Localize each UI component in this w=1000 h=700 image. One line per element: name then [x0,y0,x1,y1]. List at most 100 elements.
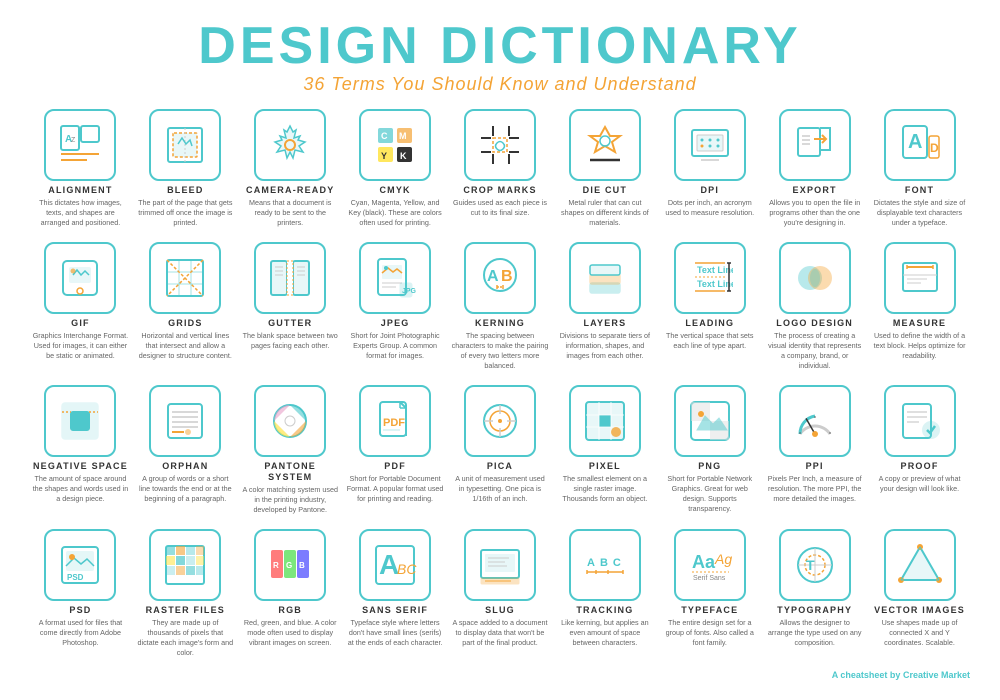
term-name: PSD [69,605,91,616]
svg-text:G: G [286,561,292,570]
term-description: Graphics Interchange Format. Used for im… [32,331,129,361]
term-name: TYPEFACE [681,605,738,616]
typography-icon-box: T [779,529,851,601]
jpeg-icon-box: JPG [359,242,431,314]
font-icon-box: A D [884,109,956,181]
term-description: The entire design set for a group of fon… [661,618,758,648]
term-description: Pixels Per Inch, a measure of resolution… [766,474,863,504]
page: DESIGN DICTIONARY 36 Terms You Should Kn… [0,0,1000,700]
term-description: A copy or preview of what your design wi… [871,474,968,494]
term-item-pantone-system: PANTONE SYSTEMA color matching system us… [240,381,341,519]
term-description: The amount of space around the shapes an… [32,474,129,504]
term-description: Typeface style where letters don't have … [347,618,444,648]
term-description: Guides used as each piece is cut to its … [452,198,549,218]
svg-text:K: K [400,151,407,161]
term-item-slug: SLUGA space added to a document to displ… [450,525,551,662]
term-description: Means that a document is ready to be sen… [242,198,339,228]
svg-text:PSD: PSD [67,573,84,582]
term-name: CMYK [379,185,410,196]
term-name: ALIGNMENT [48,185,112,196]
term-description: A unit of measurement used in typesettin… [452,474,549,504]
term-item-psd: PSD PSDA format used for files that come… [30,525,131,662]
term-name: PIXEL [589,461,621,472]
term-name: PPI [806,461,824,472]
term-item-png: PNGShort for Portable Network Graphics. … [659,381,760,519]
ppi-icon-box [779,385,851,457]
leading-icon-box: Text Line Text Line [674,242,746,314]
footer: A cheatsheet by Creative Market [30,670,970,680]
term-name: MEASURE [893,318,946,329]
term-name: DPI [700,185,719,196]
svg-text:ABC: ABC [587,557,626,569]
term-item-pdf: PDF PDFShort for Portable Document Forma… [345,381,446,519]
pixel-icon-box [569,385,641,457]
gutter-icon-box [254,242,326,314]
alignment-icon-box: A Z [44,109,116,181]
kerning-icon-box: A B [464,242,536,314]
gif-icon-box [44,242,116,314]
term-item-pica: PICA A unit of measurement used in typese… [450,381,551,519]
svg-text:B: B [501,268,513,285]
term-name: PROOF [901,461,939,472]
term-description: Used to define the width of a text block… [871,331,968,361]
term-description: Red, green, and blue. A color mode often… [242,618,339,648]
sans-serif-icon-box: A BC [359,529,431,601]
term-item-rgb: R G B RGBRed, green, and blue. A color m… [240,525,341,662]
term-item-dpi: DPIDots per inch, an acronym used to mea… [659,105,760,232]
svg-text:M: M [399,131,407,141]
negative-space-icon-box [44,385,116,457]
term-description: The smallest element on a single raster … [556,474,653,504]
term-item-alignment: A Z ALIGNMENTThis dictates how images, t… [30,105,131,232]
term-description: Allows the designer to arrange the type … [766,618,863,648]
term-name: PICA [487,461,513,472]
term-item-gutter: GUTTERThe blank space between two pages … [240,238,341,375]
term-item-die-cut: DIE CUTMetal ruler that can cut shapes o… [554,105,655,232]
term-item-kerning: A B KERNINGThe spacing between character… [450,238,551,375]
term-item-cmyk: C M Y K CMYKCyan, Magenta, Yellow, and K… [345,105,446,232]
term-item-gif: GIF Graphics Interchange Format. Used for… [30,238,131,375]
svg-text:B: B [299,561,305,570]
export-icon-box [779,109,851,181]
term-item-leading: Text Line Text Line LEADINGThe vertical … [659,238,760,375]
term-description: Use shapes made up of connected X and Y … [871,618,968,648]
term-item-orphan: ORPHANA group of words or a short line t… [135,381,236,519]
svg-text:Serif Sans: Serif Sans [693,575,726,582]
term-description: The blank space between two pages facing… [242,331,339,351]
vector-icon-box [884,529,956,601]
term-description: The part of the page that gets trimmed o… [137,198,234,228]
terms-grid: A Z ALIGNMENTThis dictates how images, t… [30,105,970,662]
term-name: TRACKING [576,605,633,616]
svg-text:Text Line: Text Line [697,265,733,275]
term-description: Divisions to separate tiers of informati… [556,331,653,361]
term-item-font: A D FONTDictates the style and size of d… [869,105,970,232]
term-description: Short for Joint Photographic Experts Gro… [347,331,444,361]
bleed-icon-box [149,109,221,181]
subtitle: 36 Terms You Should Know and Understand [30,74,970,95]
term-item-camera-ready: CAMERA-READYMeans that a document is rea… [240,105,341,232]
pdf-icon-box: PDF [359,385,431,457]
dpi-icon-box [674,109,746,181]
svg-text:Y: Y [381,151,387,161]
svg-text:JPG: JPG [402,288,417,295]
term-description: Horizontal and vertical lines that inter… [137,331,234,361]
raster-icon-box [149,529,221,601]
term-item-ppi: PPI Pixels Per Inch, a measure of resolut… [764,381,865,519]
svg-text:BC: BC [397,561,417,577]
term-name: GIF [71,318,90,329]
term-name: PNG [698,461,721,472]
orphan-icon-box [149,385,221,457]
term-description: Cyan, Magenta, Yellow, and Key (black). … [347,198,444,228]
rgb-icon-box: R G B [254,529,326,601]
term-description: They are made up of thousands of pixels … [137,618,234,658]
layers-icon-box [569,242,641,314]
svg-text:A: A [487,268,499,285]
term-item-layers: LAYERSDivisions to separate tiers of inf… [554,238,655,375]
term-description: Like kerning, but applies an even amount… [556,618,653,648]
svg-text:Z: Z [71,137,76,144]
term-name: GRIDS [168,318,203,329]
term-description: A group of words or a short line towards… [137,474,234,504]
term-item-bleed: BLEEDThe part of the page that gets trim… [135,105,236,232]
term-name: TYPOGRAPHY [777,605,852,616]
term-item-measure: MEASURE Used to define the width of a tex… [869,238,970,375]
crop-marks-icon-box [464,109,536,181]
